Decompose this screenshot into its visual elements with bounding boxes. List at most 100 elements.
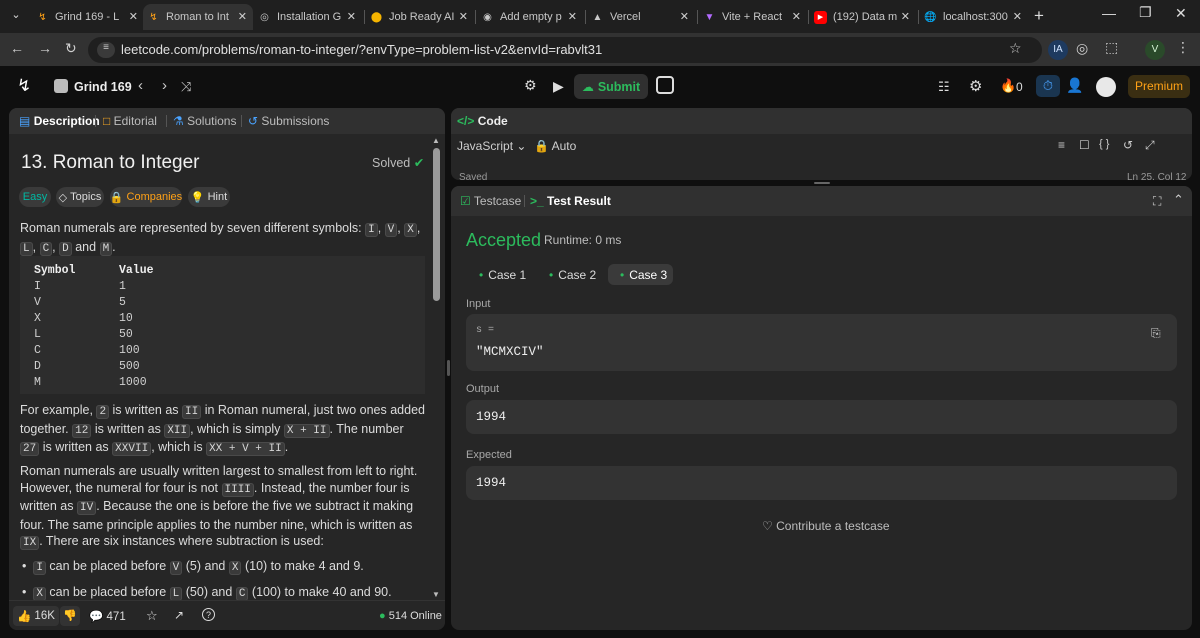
- help-icon[interactable]: ?: [202, 608, 215, 621]
- tab-solutions[interactable]: ⚗ Solutions: [173, 114, 236, 128]
- expand-icon[interactable]: ⤢: [1145, 138, 1155, 153]
- hint-chip[interactable]: 💡 Hint: [188, 187, 230, 207]
- comments-button[interactable]: 💬 471: [89, 609, 126, 623]
- problem-list-title[interactable]: Grind 169: [74, 80, 132, 94]
- problem-list-icon[interactable]: [54, 79, 68, 93]
- inline-code: X + II: [283, 423, 330, 438]
- browser-tab-installation[interactable]: ◎ Installation G ✕: [258, 4, 362, 30]
- close-tab-icon[interactable]: ✕: [129, 10, 138, 23]
- vertical-resize-handle[interactable]: [814, 182, 830, 184]
- inline-code: X: [228, 561, 242, 575]
- restore-icon[interactable]: ❐: [1139, 4, 1152, 21]
- premium-button[interactable]: Premium: [1128, 75, 1190, 98]
- tab-testcase[interactable]: ☑ Testcase: [460, 194, 521, 208]
- close-tab-icon[interactable]: ✕: [792, 10, 801, 23]
- case-tab-1[interactable]: • Case 1: [467, 264, 527, 285]
- close-tab-icon[interactable]: ✕: [901, 10, 910, 23]
- browser-tab-localhost[interactable]: 🌐 localhost:300 ✕: [924, 4, 1028, 30]
- extensions-puzzle-icon[interactable]: ⬚: [1105, 39, 1118, 56]
- browser-tab-youtube[interactable]: ▶ (192) Data m ✕: [814, 4, 916, 30]
- tab-editorial[interactable]: □ Editorial: [103, 114, 157, 128]
- language-select[interactable]: JavaScript ⌄: [457, 139, 526, 153]
- inline-code: II: [182, 405, 202, 419]
- browser-menu-icon[interactable]: ⋮: [1176, 39, 1190, 56]
- browser-tab-jobready[interactable]: ⬤ Job Ready AI ✕: [370, 4, 474, 30]
- bookmark-star-icon[interactable]: ☆: [1009, 40, 1022, 57]
- notes-icon[interactable]: [656, 76, 674, 94]
- table-cell-symbol: L: [34, 328, 41, 341]
- close-tab-icon[interactable]: ✕: [1013, 10, 1022, 23]
- contribute-testcase-link[interactable]: ♡ Contribute a testcase: [762, 519, 890, 533]
- leetcode-icon: ↯: [38, 11, 47, 23]
- collapse-icon[interactable]: ⌃: [1173, 192, 1184, 208]
- next-problem-icon[interactable]: ›: [162, 77, 167, 94]
- profile-avatar[interactable]: IA: [1048, 40, 1068, 60]
- expected-label: Expected: [466, 449, 512, 461]
- panel-resize-handle[interactable]: [447, 360, 450, 376]
- case-tab-3[interactable]: • Case 3: [608, 264, 673, 285]
- online-count: ● 514 Online: [379, 610, 442, 622]
- close-window-icon[interactable]: ✕: [1175, 5, 1187, 22]
- new-tab-icon[interactable]: +: [1034, 6, 1044, 26]
- browser-tab-grind169[interactable]: ↯ Grind 169 - L ✕: [36, 4, 144, 30]
- copy-icon[interactable]: ⎘: [1151, 326, 1161, 341]
- format-icon[interactable]: ≡: [1058, 138, 1065, 152]
- back-icon[interactable]: ←: [10, 40, 24, 56]
- favorite-star-icon[interactable]: ☆: [146, 608, 158, 624]
- extension-icon[interactable]: ◎: [1076, 40, 1088, 57]
- tab-code[interactable]: </> Code: [457, 114, 508, 128]
- scroll-up-arrow-icon[interactable]: ▲: [432, 136, 440, 145]
- close-tab-icon[interactable]: ✕: [347, 10, 356, 23]
- user-avatar[interactable]: [1096, 77, 1116, 97]
- reset-icon[interactable]: ↺: [1123, 138, 1133, 152]
- auto-mode[interactable]: 🔒 Auto: [534, 139, 576, 153]
- scroll-down-arrow-icon[interactable]: ▼: [432, 590, 440, 599]
- submit-button[interactable]: ☁ Submit: [574, 74, 648, 99]
- case-tab-2[interactable]: • Case 2: [537, 264, 599, 285]
- braces-icon[interactable]: { }: [1099, 138, 1109, 150]
- topics-chip[interactable]: ◇ Topics: [56, 187, 104, 207]
- close-tab-icon[interactable]: ✕: [459, 10, 468, 23]
- like-button[interactable]: 👍 16K: [13, 606, 59, 626]
- browser-tab-vite[interactable]: ▼ Vite + React ✕: [703, 4, 807, 30]
- run-icon[interactable]: ▶: [553, 78, 564, 95]
- dislike-button[interactable]: 👎: [60, 606, 80, 626]
- close-tab-icon[interactable]: ✕: [568, 10, 577, 23]
- tab-separator: [697, 10, 698, 24]
- cursor-position: Ln 25, Col 12: [1127, 172, 1187, 180]
- account-avatar[interactable]: V: [1145, 40, 1165, 60]
- debug-icon[interactable]: ⚙: [524, 77, 537, 94]
- tab-test-result[interactable]: >_ Test Result: [530, 194, 611, 208]
- table-header-symbol: Symbol: [34, 264, 76, 277]
- description-scrollbar[interactable]: [433, 148, 440, 301]
- bookmark-icon[interactable]: ☐: [1079, 138, 1090, 152]
- browser-tab-roman[interactable]: ↯ Roman to Int ✕: [143, 4, 253, 30]
- prev-problem-icon[interactable]: ‹: [138, 77, 143, 94]
- tab-submissions[interactable]: ↺ Submissions: [248, 114, 329, 128]
- shuffle-icon[interactable]: ⤨: [181, 79, 191, 95]
- leetcode-logo-icon[interactable]: ↯: [17, 76, 31, 96]
- close-tab-icon[interactable]: ✕: [680, 10, 689, 23]
- share-icon[interactable]: ↗: [174, 608, 184, 622]
- reload-icon[interactable]: ↻: [65, 40, 77, 57]
- add-friend-icon[interactable]: 👤: [1066, 77, 1083, 94]
- close-tab-icon[interactable]: ✕: [238, 10, 247, 23]
- layout-icon[interactable]: ☷: [938, 79, 950, 95]
- streak-icon[interactable]: 🔥: [1000, 78, 1016, 94]
- browser-tab-github[interactable]: ◉ Add empty p ✕: [481, 4, 583, 30]
- settings-gear-icon[interactable]: ⚙: [969, 77, 982, 95]
- maximize-icon[interactable]: ⛶: [1153, 194, 1161, 209]
- inline-code: IV: [76, 501, 97, 515]
- tab-search-chevron-icon[interactable]: ⌄: [8, 8, 24, 24]
- forward-icon[interactable]: →: [38, 40, 52, 56]
- table-cell-symbol: D: [34, 360, 41, 373]
- minimize-icon[interactable]: —: [1102, 5, 1116, 21]
- tab-separator: [475, 10, 476, 24]
- companies-chip[interactable]: 🔒 Companies: [110, 187, 182, 207]
- timer-icon[interactable]: ⏱: [1036, 75, 1060, 97]
- site-info-icon[interactable]: ≡: [97, 42, 115, 58]
- tab-description[interactable]: ▤ Description: [19, 114, 100, 128]
- browser-tab-vercel[interactable]: ▲ Vercel ✕: [591, 4, 695, 30]
- difficulty-badge[interactable]: Easy: [19, 187, 51, 207]
- thumbs-down-icon: 👎: [63, 610, 77, 622]
